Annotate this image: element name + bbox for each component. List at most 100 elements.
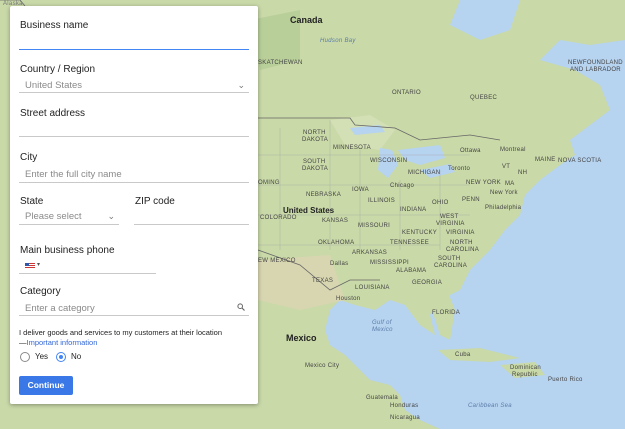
map-label-houston: Houston bbox=[336, 296, 361, 302]
map-label-chicago: Chicago bbox=[390, 183, 415, 189]
map-label-georgia: GEORGIA bbox=[412, 280, 443, 286]
chevron-down-icon: ⌄ bbox=[107, 211, 115, 221]
category-input[interactable]: Enter a category bbox=[19, 300, 249, 316]
zip-code-label: ZIP code bbox=[135, 196, 175, 207]
street-address-label: Street address bbox=[20, 108, 86, 119]
important-information-link[interactable]: Important information bbox=[27, 338, 98, 347]
map-label-indiana: INDIANA bbox=[400, 207, 427, 213]
map-label-montreal: Montreal bbox=[500, 147, 526, 153]
map-label-kansas: KANSAS bbox=[322, 218, 349, 224]
map-label-vt: VT bbox=[502, 164, 511, 170]
map-label-cuba: Cuba bbox=[455, 352, 471, 358]
yes-radio[interactable] bbox=[20, 352, 30, 362]
map-label-arkansas: ARKANSAS bbox=[352, 250, 388, 256]
map-label-dallas: Dallas bbox=[330, 261, 349, 267]
map-label-oklahoma: OKLAHOMA bbox=[318, 240, 355, 246]
map-label-quebec: QUEBEC bbox=[470, 95, 498, 101]
delivery-question: I deliver goods and services to my custo… bbox=[19, 328, 223, 347]
map-label-united-states: United States bbox=[283, 206, 335, 215]
map-label-new-mexico: EW MEXICO bbox=[258, 258, 296, 264]
flag-dropdown-icon[interactable]: ▾ bbox=[37, 261, 40, 268]
phone-input[interactable]: ▾ bbox=[19, 258, 156, 274]
map-label-penn: PENN bbox=[462, 197, 480, 203]
main-phone-label: Main business phone bbox=[20, 245, 115, 256]
map-label-wyoming: OMING bbox=[258, 180, 280, 186]
map-label-south-carolina-1: SOUTH bbox=[438, 256, 461, 262]
map-label-newfoundland: NEWFOUNDLAND bbox=[568, 60, 623, 66]
country-label: Country / Region bbox=[20, 64, 96, 75]
map-label-wisconsin: WISCONSIN bbox=[370, 158, 408, 164]
map-label-ottawa: Ottawa bbox=[460, 148, 481, 154]
map-label-south-dakota-2: DAKOTA bbox=[302, 166, 329, 172]
map-label-gulf-1: Gulf of bbox=[372, 320, 392, 326]
map-label-missouri: MISSOURI bbox=[358, 223, 391, 229]
country-value: United States bbox=[25, 80, 83, 91]
map-label-north-dakota-2: DAKOTA bbox=[302, 137, 329, 143]
state-placeholder: Please select bbox=[25, 211, 82, 222]
map-label-maine: MAINE bbox=[535, 157, 556, 163]
map-label-michigan: MICHIGAN bbox=[408, 170, 441, 176]
map-label-honduras: Honduras bbox=[390, 403, 419, 409]
city-placeholder: Enter the full city name bbox=[25, 169, 122, 180]
map-label-mexico-city: Mexico City bbox=[305, 363, 340, 369]
continue-button[interactable]: Continue bbox=[19, 376, 73, 395]
zip-code-input[interactable] bbox=[134, 209, 249, 225]
map-label-guatemala: Guatemala bbox=[366, 395, 399, 401]
map-label-new-york-city: New York bbox=[490, 190, 518, 196]
business-name-input[interactable] bbox=[19, 36, 249, 50]
map-label-canada: Canada bbox=[290, 15, 323, 25]
state-select[interactable]: Please select ⌄ bbox=[19, 209, 119, 225]
delivery-question-text: I deliver goods and services to my custo… bbox=[19, 328, 223, 337]
no-radio-label: No bbox=[71, 352, 82, 361]
yes-radio-label: Yes bbox=[35, 352, 49, 361]
map-label-gulf-2: Mexico bbox=[372, 327, 393, 333]
country-select[interactable]: United States ⌄ bbox=[19, 78, 249, 93]
category-placeholder: Enter a category bbox=[25, 303, 95, 314]
map-label-virginia: VIRGINIA bbox=[446, 230, 475, 236]
map-label-mexico: Mexico bbox=[286, 333, 317, 343]
business-form-panel: Business name Country / Region United St… bbox=[10, 6, 258, 404]
map-label-caribbean: Caribbean Sea bbox=[468, 403, 512, 409]
search-icon[interactable] bbox=[237, 303, 245, 311]
no-radio[interactable] bbox=[56, 352, 66, 362]
street-address-input[interactable] bbox=[19, 121, 249, 137]
us-flag-icon[interactable] bbox=[25, 263, 35, 269]
map-label-south-carolina-2: CAROLINA bbox=[434, 263, 468, 269]
map-label-labrador: AND LABRADOR bbox=[570, 67, 621, 73]
map-label-texas: TEXAS bbox=[312, 278, 334, 284]
map-label-west-virginia-1: WEST bbox=[440, 214, 459, 220]
map-label-kentucky: KENTUCKY bbox=[402, 230, 438, 236]
map-label-dominican-1: Dominican bbox=[510, 365, 542, 371]
map-label-dominican-2: Republic bbox=[512, 372, 538, 378]
map-label-nova-scotia: NOVA SCOTIA bbox=[558, 158, 602, 164]
map-label-louisiana: LOUISIANA bbox=[355, 285, 390, 291]
map-label-minnesota: MINNESOTA bbox=[333, 145, 371, 151]
map-label-colorado: COLORADO bbox=[260, 215, 297, 221]
map-label-philadelphia: Philadelphia bbox=[485, 205, 522, 211]
state-label: State bbox=[20, 196, 44, 207]
map-label-alabama: ALABAMA bbox=[396, 268, 427, 274]
map-label-nicaragua: Nicaragua bbox=[390, 415, 421, 421]
map-label-illinois: ILLINOIS bbox=[368, 198, 396, 204]
map-label-nebraska: NEBRASKA bbox=[306, 192, 342, 198]
city-label: City bbox=[20, 152, 38, 163]
city-input[interactable]: Enter the full city name bbox=[19, 166, 249, 183]
business-name-label: Business name bbox=[20, 20, 89, 31]
map-label-iowa: IOWA bbox=[352, 187, 369, 193]
map-label-south-dakota-1: SOUTH bbox=[303, 159, 326, 165]
map-label-mississippi: MISSISSIPPI bbox=[370, 260, 409, 266]
map-label-puerto-rico: Puerto Rico bbox=[548, 377, 583, 383]
map-label-north-carolina-2: CAROLINA bbox=[446, 247, 480, 253]
chevron-down-icon: ⌄ bbox=[237, 80, 245, 90]
map-label-nh: NH bbox=[518, 170, 528, 176]
category-label: Category bbox=[20, 286, 61, 297]
map-label-north-dakota-1: NORTH bbox=[303, 130, 326, 136]
map-label-north-carolina-1: NORTH bbox=[450, 240, 473, 246]
map-label-ontario: ONTARIO bbox=[392, 90, 421, 96]
map-label-new-york: NEW YORK bbox=[466, 180, 501, 186]
map-label-saskatchewan: SKATCHEWAN bbox=[258, 60, 303, 66]
map-label-tennessee: TENNESSEE bbox=[390, 240, 430, 246]
map-label-florida: FLORIDA bbox=[432, 310, 461, 316]
map-label-ohio: OHIO bbox=[432, 200, 449, 206]
map-label-ma: MA bbox=[505, 181, 515, 187]
